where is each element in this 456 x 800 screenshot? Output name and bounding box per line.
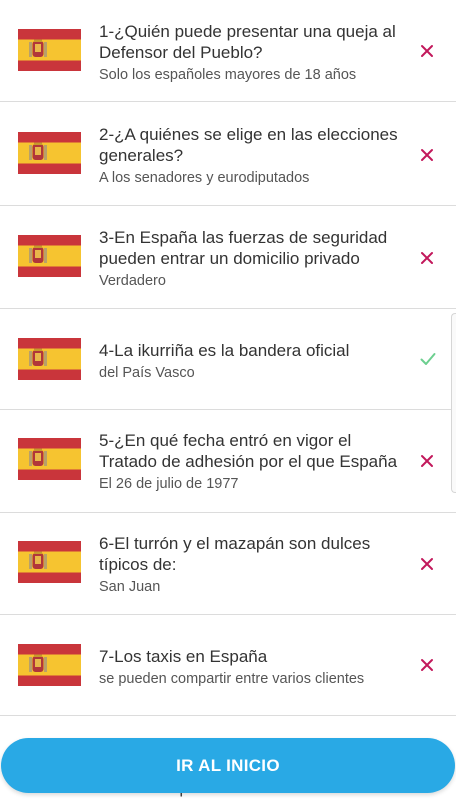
spain-flag-icon [18, 29, 81, 71]
cross-icon [420, 148, 434, 162]
question-text: 3-En España las fuerzas de seguridad pue… [99, 228, 388, 268]
spain-flag-icon [18, 235, 81, 277]
spain-flag-icon [18, 541, 81, 583]
answer-text: San Juan [99, 579, 161, 595]
spain-flag-icon [18, 132, 81, 174]
result-row-1[interactable]: 1-¿Quién puede presentar una queja al De… [0, 0, 456, 102]
answer-text: Solo los españoles mayores de 18 años [99, 67, 357, 83]
answer-text: A los senadores y eurodiputados [99, 170, 310, 186]
question-text: 6-El turrón y el mazapán son dulces típi… [99, 534, 371, 574]
cross-icon [420, 44, 434, 58]
cross-icon [420, 557, 434, 571]
question-text: 1-¿Quién puede presentar una queja al De… [99, 22, 396, 62]
result-row-3[interactable]: 3-En España las fuerzas de seguridad pue… [0, 206, 456, 309]
question-text: 5-¿En qué fecha entró en vigor el Tratad… [99, 431, 398, 471]
result-row-6[interactable]: 6-El turrón y el mazapán son dulces típi… [0, 513, 456, 615]
question-text: 4-La ikurriña es la bandera oficial [99, 341, 350, 360]
cross-icon [420, 251, 434, 265]
question-text: 7-Los taxis en España [99, 647, 268, 666]
scroll-edge-handle[interactable] [451, 313, 456, 493]
answer-text: El 26 de julio de 1977 [99, 476, 239, 492]
spain-flag-icon [18, 338, 81, 380]
cross-icon [420, 658, 434, 672]
question-text: 2-¿A quiénes se elige en las elecciones … [99, 125, 398, 165]
spain-flag-icon [18, 438, 81, 480]
answer-text: Verdadero [99, 273, 166, 289]
answer-text: del País Vasco [99, 365, 195, 381]
cross-icon [420, 454, 434, 468]
result-row-7[interactable]: 7-Los taxis en España se pueden comparti… [0, 615, 456, 716]
result-row-2[interactable]: 2-¿A quiénes se elige en las elecciones … [0, 102, 456, 206]
check-icon [420, 352, 436, 366]
go-home-button[interactable]: IR AL INICIO [1, 738, 455, 793]
spain-flag-icon [18, 644, 81, 686]
answer-text: se pueden compartir entre varios cliente… [99, 671, 365, 687]
result-row-4[interactable]: 4-La ikurriña es la bandera oficial del … [0, 309, 456, 410]
result-row-5[interactable]: 5-¿En qué fecha entró en vigor el Tratad… [0, 410, 456, 513]
